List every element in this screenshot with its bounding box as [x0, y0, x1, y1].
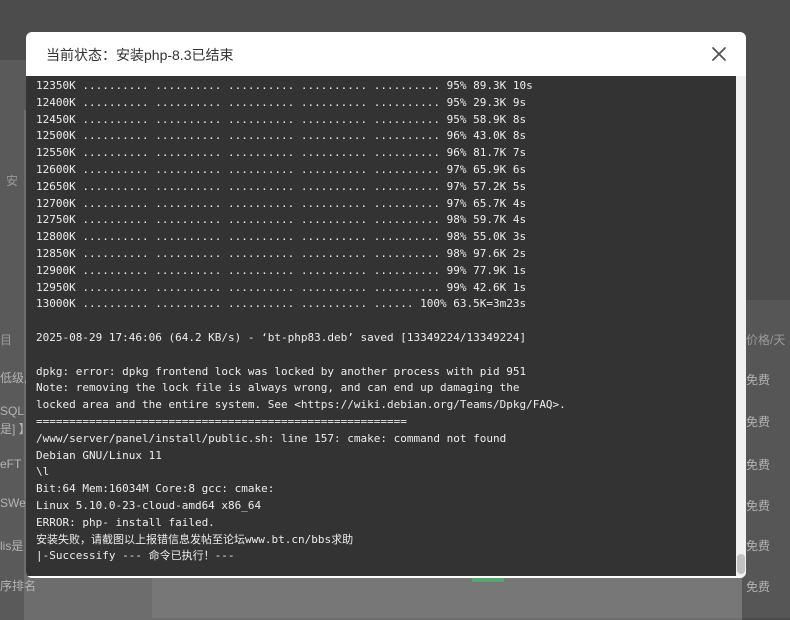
terminal-line: \l	[36, 465, 50, 479]
dialog-title: 当前状态：安装php-8.3已结束	[46, 47, 234, 63]
terminal-line: locked area and the entire system. See <…	[36, 398, 566, 412]
bg-left-label: SWe	[0, 496, 26, 510]
terminal-line: 12750K .......... .......... .......... …	[36, 213, 527, 227]
terminal-line: 13000K .......... .......... .......... …	[36, 297, 527, 311]
terminal-line: Note: removing the lock file is always w…	[36, 381, 520, 395]
terminal-line: 12800K .......... .......... .......... …	[36, 230, 527, 244]
bg-right-label: 免费	[746, 415, 771, 429]
close-button[interactable]	[708, 43, 730, 65]
terminal-line: dpkg: error: dpkg frontend lock was lock…	[36, 364, 527, 378]
terminal-scrollbar[interactable]	[736, 76, 746, 576]
terminal-line: 12350K .......... .......... .......... …	[36, 79, 533, 92]
dialog-header: 当前状态：安装php-8.3已结束	[26, 32, 746, 76]
scrollbar-thumb[interactable]	[737, 554, 745, 574]
terminal-line: 12500K .......... .......... .......... …	[36, 129, 527, 143]
terminal-line: /www/server/panel/install/public.sh: lin…	[36, 431, 507, 445]
terminal-line: Bit:64 Mem:16034M Core:8 gcc: cmake:	[36, 482, 275, 496]
bg-right-label: 免费	[746, 499, 771, 513]
terminal-line: 12550K .......... .......... .......... …	[36, 146, 527, 160]
terminal-line: Debian GNU/Linux 11	[36, 448, 162, 462]
bg-right-label: 免费	[746, 580, 771, 594]
terminal-line: 12600K .......... .......... .......... …	[36, 162, 527, 176]
terminal-line: ========================================…	[36, 414, 407, 428]
bg-left-label: 低级,	[0, 371, 28, 385]
terminal-line: ERROR: php- install failed.	[36, 515, 215, 529]
terminal-line: 2025-08-29 17:46:06 (64.2 KB/s) - ‘bt-ph…	[36, 330, 527, 344]
bg-left-label: lis是	[0, 539, 24, 553]
terminal-line: 12900K .......... .......... .......... …	[36, 263, 527, 277]
terminal-line: |-Successify --- 命令已执行！---	[36, 549, 235, 563]
bg-right-label: 免费	[746, 539, 771, 553]
bg-left-label: 目	[0, 333, 13, 347]
terminal-output[interactable]: 12350K .......... .......... .......... …	[26, 76, 736, 576]
bg-left-label: SQL	[0, 404, 25, 418]
bg-left-label: 安	[6, 174, 19, 188]
bg-right-label: 价格/天	[746, 333, 786, 347]
terminal-lines: 12350K .......... .......... .......... …	[36, 78, 566, 565]
terminal-line: 12650K .......... .......... .......... …	[36, 179, 527, 193]
terminal-line: 12850K .......... .......... .......... …	[36, 246, 527, 260]
terminal-line: 12400K .......... .......... .......... …	[36, 95, 527, 109]
terminal-line: 12700K .......... .......... .......... …	[36, 196, 527, 210]
close-icon	[712, 47, 726, 61]
bg-right-label: 免费	[746, 458, 771, 472]
terminal-line: 12450K .......... .......... .......... …	[36, 112, 527, 126]
bg-right-label: 免费	[746, 373, 771, 387]
bg-left-label: 序排名	[0, 579, 37, 593]
bg-left-label: eFT	[0, 457, 22, 471]
terminal-line: 12950K .......... .......... .......... …	[36, 280, 527, 294]
terminal-line: 安装失败，请截图以上报错信息发帖至论坛www.bt.cn/bbs求助	[36, 532, 354, 546]
install-status-dialog: 当前状态：安装php-8.3已结束 12350K .......... ....…	[26, 32, 746, 578]
terminal-line: Linux 5.10.0-23-cloud-amd64 x86_64	[36, 498, 262, 512]
